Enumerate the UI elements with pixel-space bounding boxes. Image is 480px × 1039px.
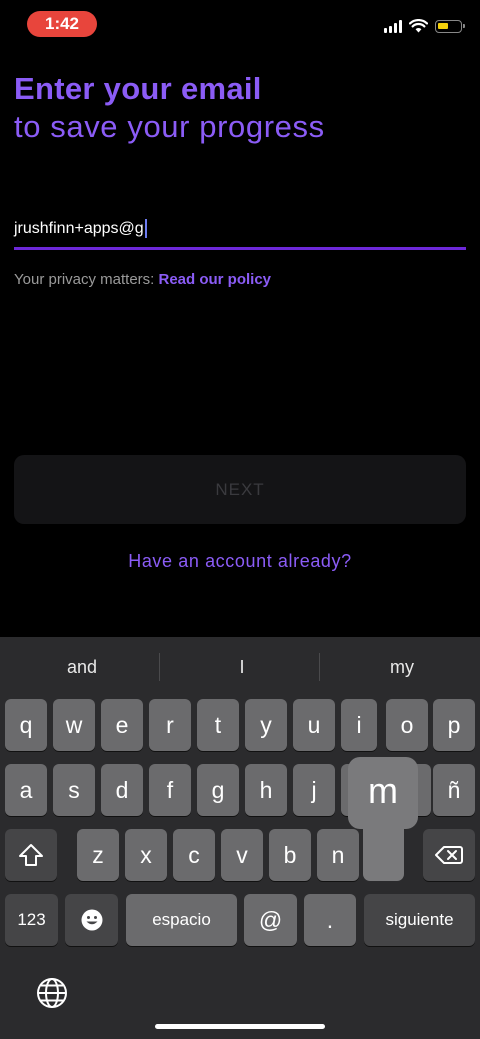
key-q[interactable]: q	[5, 699, 47, 751]
key-m-popup[interactable]: m	[348, 757, 418, 829]
globe-icon[interactable]	[36, 977, 68, 1009]
key-i[interactable]: i	[341, 699, 377, 751]
key-j[interactable]: j	[293, 764, 335, 816]
status-bar: 1:42	[0, 0, 480, 50]
next-button[interactable]: NEXT	[14, 455, 466, 524]
at-key[interactable]: @	[244, 894, 297, 946]
key-g[interactable]: g	[197, 764, 239, 816]
page-title: Enter your email	[14, 71, 262, 106]
wifi-icon	[409, 19, 428, 33]
key-o[interactable]: o	[386, 699, 428, 751]
key-v[interactable]: v	[221, 829, 263, 881]
home-indicator	[155, 1024, 325, 1029]
key-w[interactable]: w	[53, 699, 95, 751]
key-z[interactable]: z	[77, 829, 119, 881]
key-m[interactable]	[363, 821, 404, 881]
key-b[interactable]: b	[269, 829, 311, 881]
key-p[interactable]: p	[433, 699, 475, 751]
key-r[interactable]: r	[149, 699, 191, 751]
dot-key[interactable]: .	[304, 894, 356, 946]
key-d[interactable]: d	[101, 764, 143, 816]
privacy-policy-link[interactable]: Read our policy	[159, 271, 272, 288]
battery-icon	[435, 19, 465, 33]
key-f[interactable]: f	[149, 764, 191, 816]
space-key[interactable]: espacio	[126, 894, 237, 946]
text-caret	[144, 219, 147, 239]
status-icons	[384, 17, 465, 35]
keyboard-suggestions: and I my	[0, 637, 480, 697]
key-e[interactable]: e	[101, 699, 143, 751]
numbers-key[interactable]: 123	[5, 894, 58, 946]
backspace-icon	[435, 846, 463, 864]
key-x[interactable]: x	[125, 829, 167, 881]
key-u[interactable]: u	[293, 699, 335, 751]
status-time: 1:42	[27, 11, 97, 37]
privacy-text: Your privacy matters:	[14, 271, 159, 288]
page-subtitle: to save your progress	[14, 109, 325, 144]
emoji-key[interactable]	[65, 894, 118, 946]
delete-key[interactable]	[423, 829, 475, 881]
key-t[interactable]: t	[197, 699, 239, 751]
emoji-icon	[81, 909, 102, 931]
key-c[interactable]: c	[173, 829, 215, 881]
key-s[interactable]: s	[53, 764, 95, 816]
shift-key[interactable]	[5, 829, 57, 881]
key-a[interactable]: a	[5, 764, 47, 816]
shift-icon	[19, 844, 43, 866]
suggestion-3[interactable]: my	[322, 637, 480, 697]
cellular-signal-icon	[384, 19, 402, 33]
key-n-tilde[interactable]: ñ	[433, 764, 475, 816]
suggestion-1[interactable]: and	[2, 637, 162, 697]
suggestion-2[interactable]: I	[162, 637, 322, 697]
return-key[interactable]: siguiente	[364, 894, 475, 946]
key-h[interactable]: h	[245, 764, 287, 816]
privacy-notice: Your privacy matters: Read our policy	[14, 271, 271, 288]
key-y[interactable]: y	[245, 699, 287, 751]
key-n[interactable]: n	[317, 829, 359, 881]
email-field[interactable]: jrushfinn+apps@g	[14, 218, 466, 250]
email-value: jrushfinn+apps@g	[14, 220, 144, 237]
have-account-link[interactable]: Have an account already?	[0, 551, 480, 572]
